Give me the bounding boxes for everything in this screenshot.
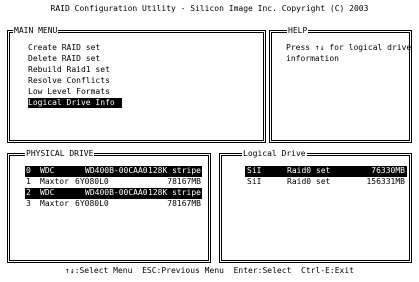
- main-menu-title: MAIN MENU: [13, 26, 59, 36]
- physical-drive-panel: PHYSICAL DRIVE 0 WDC WD400B-00CAA0 128K …: [7, 149, 211, 263]
- drive-vendor: WDC: [40, 188, 55, 197]
- drive-model: 6Y080L0: [75, 177, 109, 186]
- drive-info: 78167MB: [167, 177, 201, 186]
- drive-model: WD400B-00CAA0: [85, 166, 148, 175]
- drive-model: WD400B-00CAA0: [85, 188, 148, 197]
- help-title: HELP: [287, 26, 309, 36]
- drive-index: 2: [26, 188, 31, 197]
- logical-drive-set: Raid0 set: [287, 177, 331, 186]
- physical-drive-row[interactable]: 1 Maxtor 6Y080L0 78167MB: [25, 177, 202, 188]
- status-bar-text: :Select Menu ESC:Previous Menu Enter:Sel…: [74, 266, 354, 275]
- status-bar: ↑↓:Select Menu ESC:Previous Menu Enter:S…: [0, 266, 419, 276]
- drive-info: 128K stripe: [148, 188, 201, 197]
- help-panel: HELP Press ↑↓ for logical drive informat…: [269, 26, 412, 143]
- physical-drive-title: PHYSICAL DRIVE: [25, 149, 95, 159]
- logical-drive-vendor: SiI: [247, 166, 262, 175]
- help-text-line-1: Press ↑↓ for logical drive: [286, 43, 412, 52]
- drive-info: 128K stripe: [148, 166, 201, 175]
- menu-item-create-raid-set[interactable]: Create RAID set: [28, 43, 100, 53]
- physical-drive-row[interactable]: 3 Maxtor 6Y080L0 78167MB: [25, 199, 202, 210]
- drive-index: 3: [26, 199, 31, 208]
- logical-drive-set: Raid0 set: [287, 166, 331, 175]
- menu-item-resolve-conflicts[interactable]: Resolve Conflicts: [28, 76, 110, 86]
- logical-drive-size: 76330MB: [371, 166, 405, 175]
- menu-item-rebuild-raid1-set[interactable]: Rebuild Raid1 set: [28, 65, 110, 75]
- menu-item-low-level-formats[interactable]: Low Level Formats: [28, 87, 110, 97]
- drive-index: 1: [26, 177, 31, 186]
- up-down-arrows-icon: ↑↓: [65, 266, 75, 275]
- logical-drive-size: 156331MB: [366, 177, 405, 186]
- window-title: RAID Configuration Utility - Silicon Ima…: [50, 4, 369, 13]
- logical-drive-row[interactable]: SiI Raid0 set 76330MB: [245, 166, 407, 177]
- up-down-arrows-icon: ↑↓: [314, 43, 325, 52]
- drive-model: 6Y080L0: [75, 199, 109, 208]
- help-text-line-2: information: [286, 54, 339, 63]
- drive-index: 0: [26, 166, 31, 175]
- logical-drive-title: Logical Drive: [242, 149, 307, 159]
- menu-item-delete-raid-set[interactable]: Delete RAID set: [28, 54, 100, 64]
- menu-item-logical-drive-info[interactable]: Logical Drive Info: [28, 98, 122, 108]
- logical-drive-row[interactable]: SiI Raid0 set 156331MB: [245, 177, 407, 188]
- physical-drive-row[interactable]: 0 WDC WD400B-00CAA0 128K stripe: [25, 166, 202, 177]
- drive-info: 78167MB: [167, 199, 201, 208]
- drive-vendor: Maxtor: [40, 199, 69, 208]
- main-menu-panel: MAIN MENU Create RAID set Delete RAID se…: [7, 26, 266, 143]
- drive-vendor: WDC: [40, 166, 55, 175]
- physical-drive-row[interactable]: 2 WDC WD400B-00CAA0 128K stripe: [25, 188, 202, 199]
- logical-drive-panel: Logical Drive SiI Raid0 set 76330MB SiI …: [219, 149, 412, 263]
- logical-drive-vendor: SiI: [247, 177, 262, 186]
- drive-vendor: Maxtor: [40, 177, 69, 186]
